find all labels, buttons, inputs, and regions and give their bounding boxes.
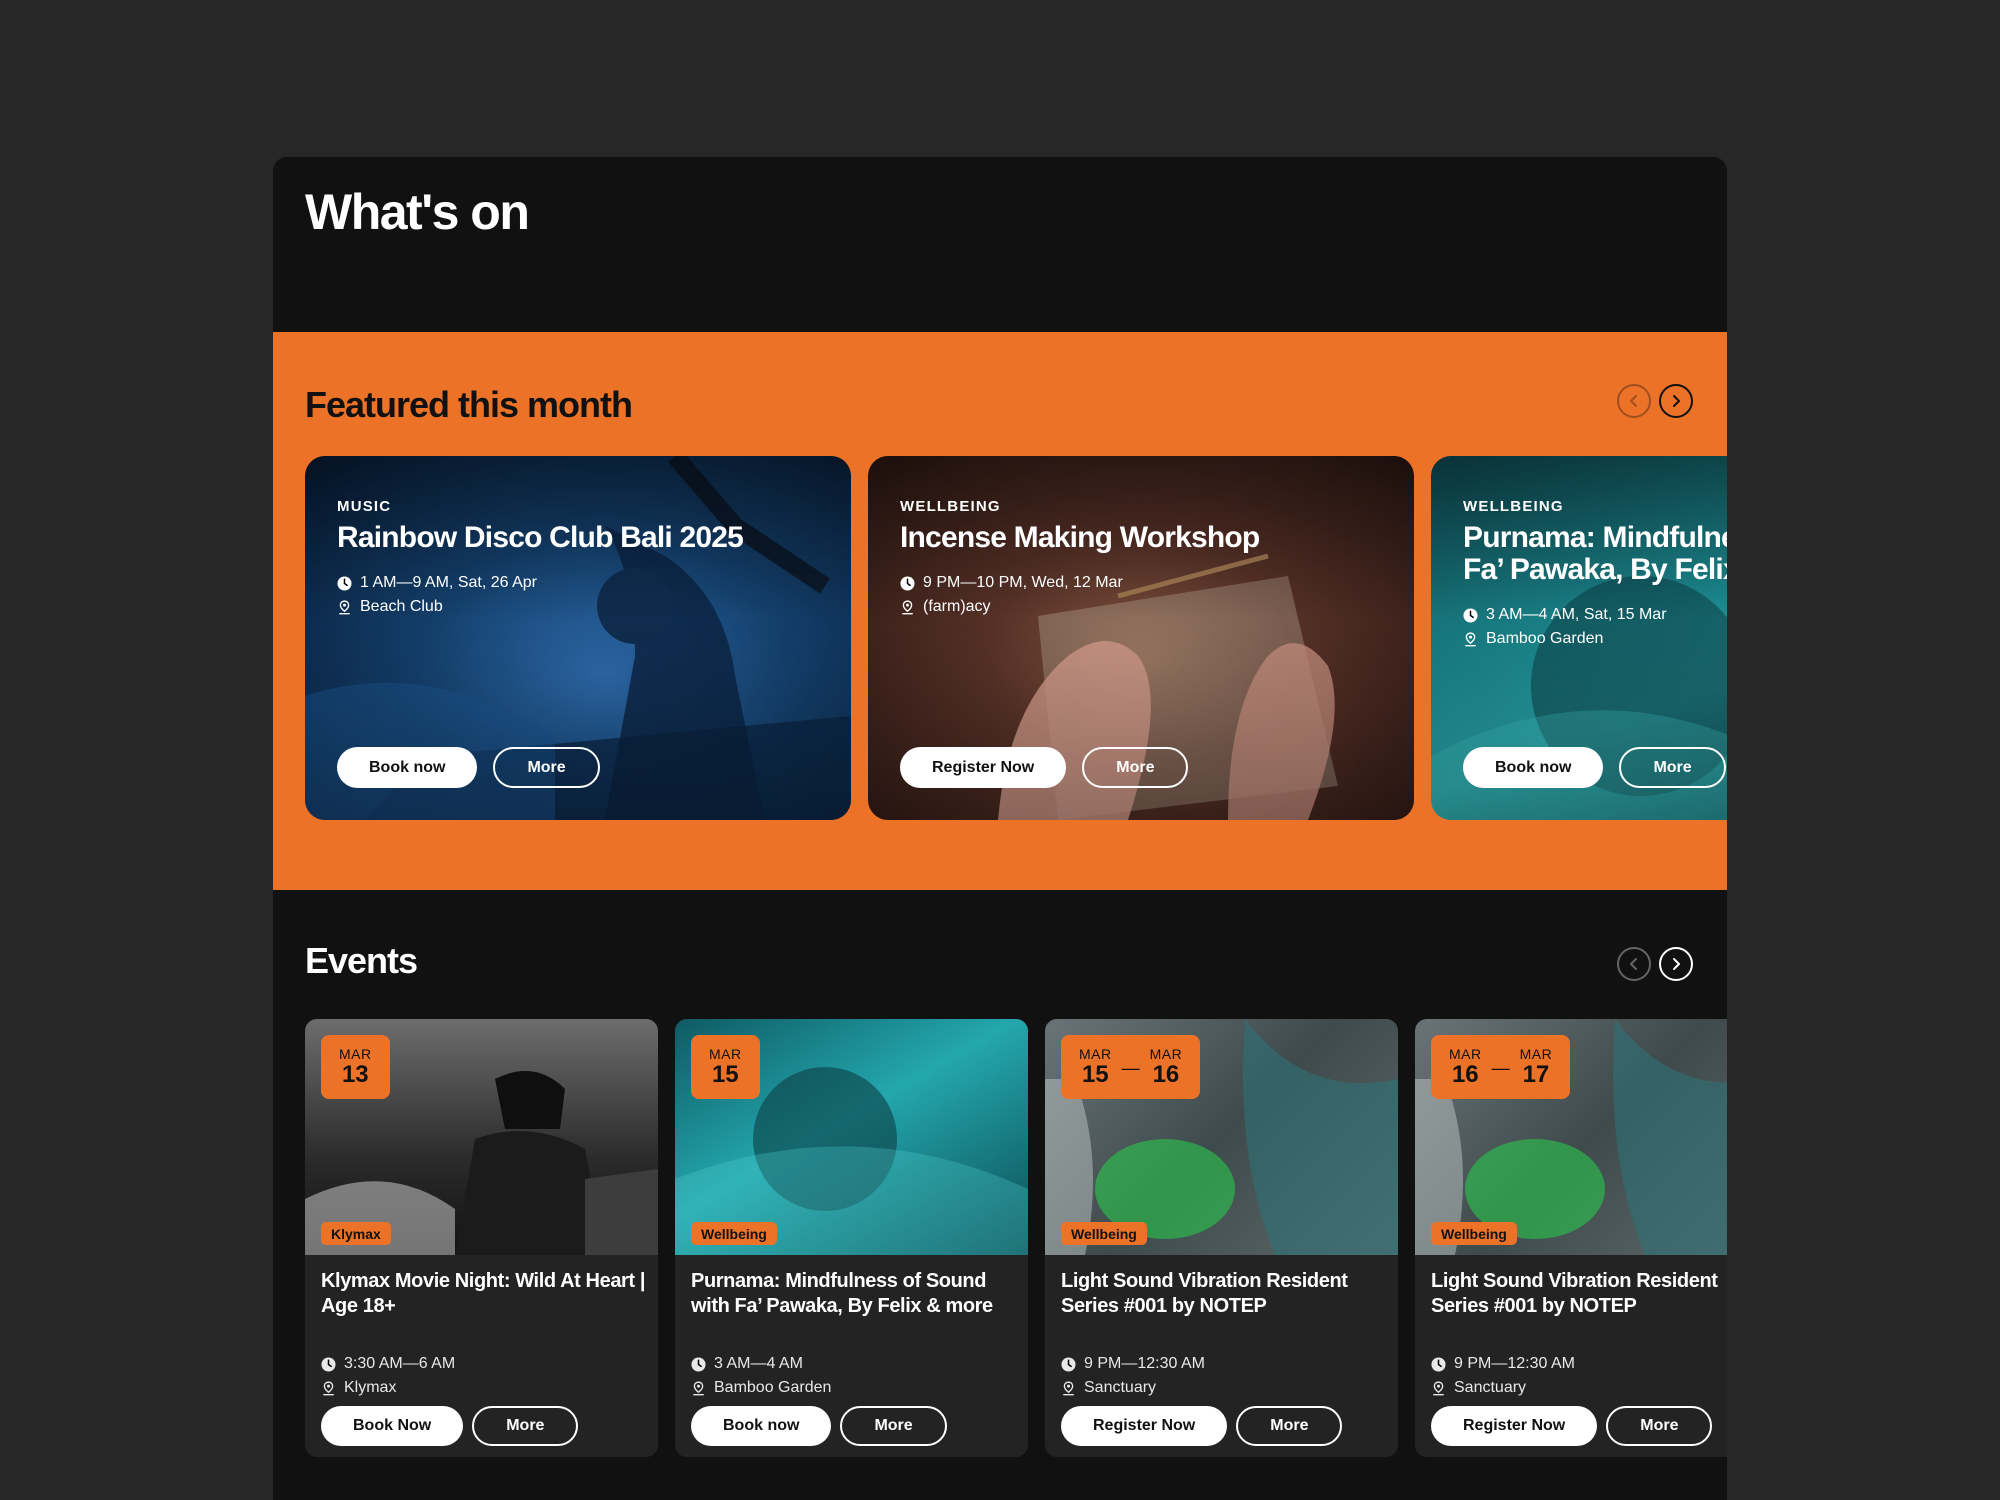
more-button[interactable]: More [472,1406,579,1446]
map-pin-icon [321,1381,336,1396]
event-card[interactable]: MAR 16 — MAR 17 Wellbeing Light Sound Vi… [1415,1019,1727,1457]
event-title: Light Sound Vibration Resident Series #0… [1061,1270,1348,1317]
start-month: MAR [1079,1046,1112,1062]
more-button[interactable]: More [1236,1406,1343,1446]
map-pin-icon [337,600,352,615]
featured-category: WELLBEING [1463,498,1564,515]
featured-section: Featured this month MUSIC Rainbow Disco … [273,332,1727,890]
category-tag: Klymax [321,1222,391,1245]
book-now-button[interactable]: Book now [691,1406,832,1446]
event-title: Purnama: Mindfulness of Sound with Fa’ P… [691,1270,993,1317]
event-location: Sanctuary [1431,1379,1526,1397]
date-badge: MAR 15 — MAR 16 [1061,1035,1201,1099]
start-month: MAR [339,1046,372,1062]
featured-location: Bamboo Garden [1463,630,1603,648]
chevron-left-icon [1627,394,1641,408]
end-month: MAR [1149,1046,1183,1062]
event-title: Klymax Movie Night: Wild At Heart | Age … [321,1270,646,1317]
featured-time: 9 PM—10 PM, Wed, 12 Mar [900,574,1123,592]
event-card[interactable]: MAR 15 — MAR 16 Wellbeing Light Sound Vi… [1045,1019,1398,1457]
clock-icon [1061,1357,1076,1372]
category-tag: Wellbeing [1061,1222,1147,1245]
more-button[interactable]: More [493,747,600,788]
register-now-button[interactable]: Register Now [1431,1406,1598,1446]
featured-location: (farm)acy [900,598,991,616]
start-month: MAR [1449,1046,1482,1062]
start-day: 13 [341,1061,369,1088]
end-day: 17 [1522,1061,1550,1088]
event-time: 3:30 AM—6 AM [321,1355,455,1373]
featured-time: 1 AM—9 AM, Sat, 26 Apr [337,574,537,592]
event-card[interactable]: MAR 15 Wellbeing Purnama: Mindfulness of… [675,1019,1028,1457]
clock-icon [691,1357,706,1372]
featured-prev-button[interactable] [1617,384,1651,418]
featured-title: Featured this month [305,384,633,425]
date-badge: MAR 16 — MAR 17 [1431,1035,1571,1099]
more-button[interactable]: More [1082,747,1189,788]
register-now-button[interactable]: Register Now [1061,1406,1228,1446]
map-pin-icon [1431,1381,1446,1396]
event-title: Light Sound Vibration Resident Series #0… [1431,1270,1718,1317]
start-day: 15 [711,1061,739,1088]
featured-time: 3 AM—4 AM, Sat, 15 Mar [1463,606,1667,624]
featured-category: WELLBEING [900,498,1001,515]
chevron-left-icon [1627,957,1641,971]
events-title: Events [305,940,418,981]
chevron-right-icon [1669,394,1683,408]
event-location: Bamboo Garden [691,1379,831,1397]
event-time: 9 PM—12:30 AM [1431,1355,1575,1373]
start-day: 15 [1081,1061,1109,1088]
featured-card[interactable]: MUSIC Rainbow Disco Club Bali 2025 1 AM—… [305,456,851,820]
more-button[interactable]: More [1619,747,1726,788]
event-time: 3 AM—4 AM [691,1355,803,1373]
chevron-right-icon [1669,957,1683,971]
featured-title-text: Rainbow Disco Club Bali 2025 [337,521,744,554]
clock-icon [1463,608,1478,623]
featured-card[interactable]: WELLBEING Incense Making Workshop 9 PM—1… [868,456,1414,820]
featured-title-text: Incense Making Workshop [900,521,1260,554]
clock-icon [321,1357,336,1372]
map-pin-icon [900,600,915,615]
start-month: MAR [709,1046,742,1062]
more-button[interactable]: More [1606,1406,1713,1446]
book-now-button[interactable]: Book now [1463,747,1604,788]
featured-category: MUSIC [337,498,392,515]
end-day: 16 [1152,1061,1180,1088]
start-day: 16 [1451,1061,1479,1088]
register-now-button[interactable]: Register Now [900,747,1067,788]
category-tag: Wellbeing [1431,1222,1517,1245]
book-now-button[interactable]: Book Now [321,1406,464,1446]
events-next-button[interactable] [1659,947,1693,981]
end-month: MAR [1519,1046,1553,1062]
event-location: Klymax [321,1379,396,1397]
featured-next-button[interactable] [1659,384,1693,418]
event-card[interactable]: MAR 13 Klymax Klymax Movie Night: Wild A… [305,1019,658,1457]
event-location: Sanctuary [1061,1379,1156,1397]
events-prev-button[interactable] [1617,947,1651,981]
map-pin-icon [1061,1381,1076,1396]
featured-title-text: Purnama: Mindfulness of Sound with Fa’ P… [1463,521,1727,586]
date-badge: MAR 15 [691,1035,760,1099]
page-title: What's on [305,184,530,240]
date-badge: MAR 13 [321,1035,390,1099]
more-button[interactable]: More [840,1406,947,1446]
whats-on-panel: What's on Featured this month MUSIC Rain… [273,157,1727,1500]
category-tag: Wellbeing [691,1222,777,1245]
clock-icon [1431,1357,1446,1372]
clock-icon [900,576,915,591]
featured-card[interactable]: WELLBEING Purnama: Mindfulness of Sound … [1431,456,1727,820]
event-time: 9 PM—12:30 AM [1061,1355,1205,1373]
featured-location: Beach Club [337,598,443,616]
map-pin-icon [1463,632,1478,647]
clock-icon [337,576,352,591]
map-pin-icon [691,1381,706,1396]
book-now-button[interactable]: Book now [337,747,478,788]
